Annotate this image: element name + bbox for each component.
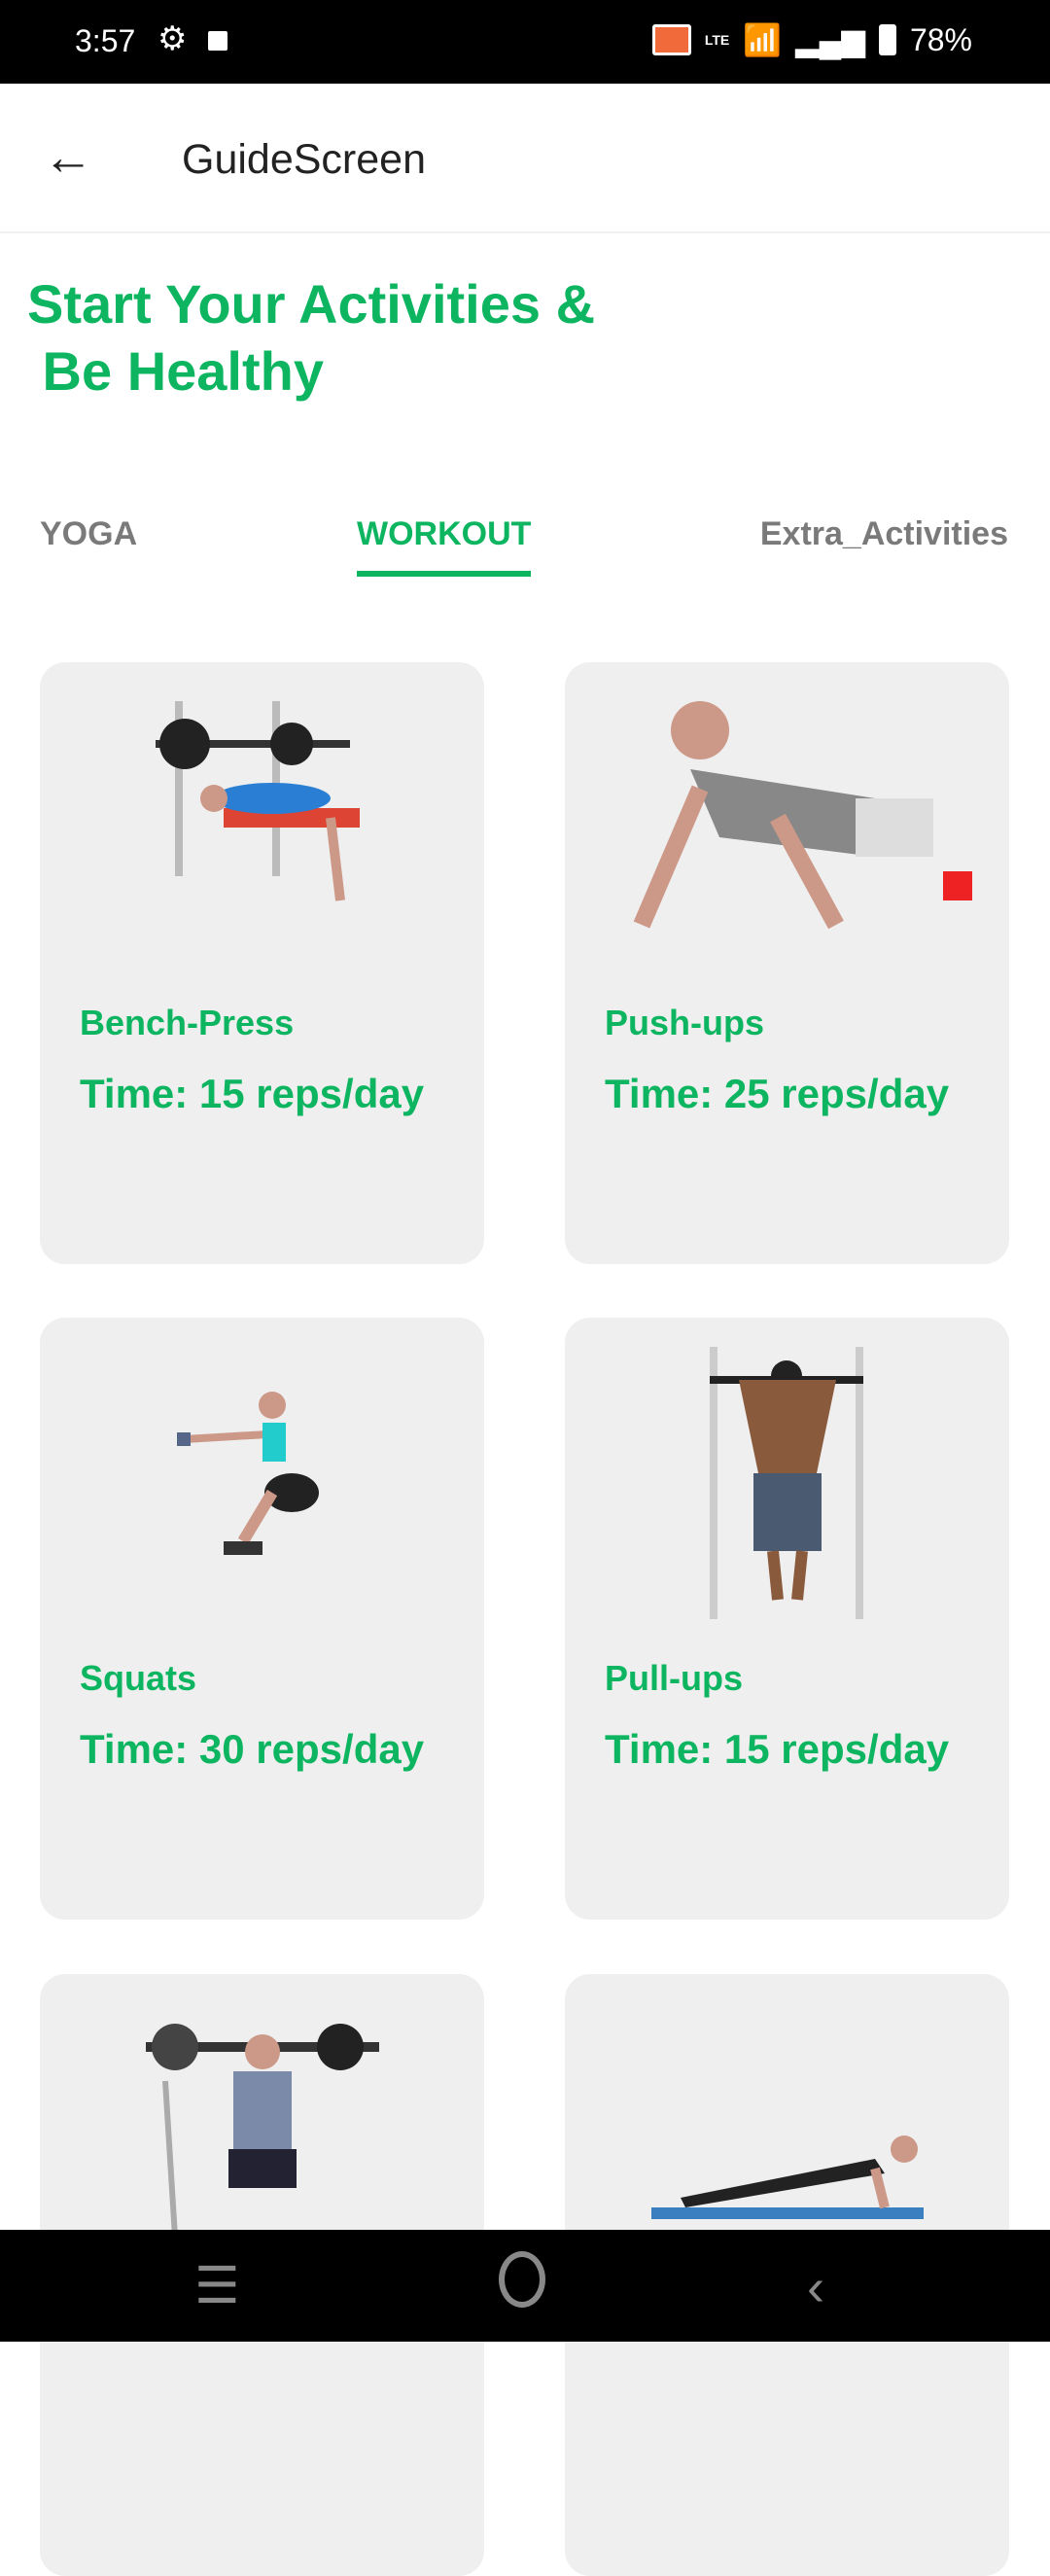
battery-percent: 78% [909,21,972,57]
exercise-time: Time: 15 reps/day [605,1726,950,1772]
settings-gear-icon: ⚙ [158,20,188,57]
volte-icon: LTE [704,32,730,48]
exercise-name: Squats [80,1658,197,1698]
status-time: 3:57 [75,23,136,58]
system-nav-bar: ☰ ‹ [0,2230,1050,2342]
shoulder-press-image [40,2003,484,2237]
exercise-name: Pull-ups [605,1658,743,1698]
exercise-card[interactable]: Squats Time: 30 reps/day [40,1318,484,1920]
plank-image [565,2003,1009,2237]
status-bar: 3:57 ⚙ LTE 📶 ▂▄▆ 78% [0,0,1050,84]
nav-back-icon[interactable]: ‹ [807,2257,824,2317]
signal-icon: ▂▄▆ [795,22,865,57]
tab-yoga[interactable]: YOGA [40,515,137,553]
push-ups-image [565,691,1009,930]
exercise-card[interactable]: Bench-Press Time: 15 reps/day [40,662,484,1264]
exercise-name: Push-ups [605,1003,765,1042]
exercise-time: Time: 15 reps/day [80,1071,425,1116]
home-icon[interactable] [499,2251,545,2308]
exercise-time: Time: 25 reps/day [605,1071,950,1116]
app-bar: ← GuideScreen [0,84,1050,233]
bench-press-image [40,691,484,925]
exercise-card[interactable]: Push-ups Time: 25 reps/day [565,662,1009,1264]
exercise-card[interactable]: Pull-ups Time: 15 reps/day [565,1318,1009,1920]
exercise-time: Time: 30 reps/day [80,1726,425,1772]
battery-icon [878,24,896,55]
page-title: GuideScreen [182,136,426,183]
squats-image [40,1347,484,1580]
wifi-icon: 📶 [743,22,783,57]
tab-extra-activities[interactable]: Extra_Activities [760,515,1008,553]
back-arrow-icon[interactable]: ← [43,130,93,185]
page-heading: Start Your Activities & Be Healthy [27,273,596,402]
pull-ups-image [565,1347,1009,1619]
video-recording-icon [208,31,228,51]
recent-apps-icon[interactable]: ☰ [194,2257,240,2315]
exercise-name: Bench-Press [80,1003,295,1042]
tab-workout[interactable]: WORKOUT [357,515,532,577]
tab-bar: YOGA WORKOUT Extra_Activities [0,515,1050,583]
cast-icon [651,24,691,55]
